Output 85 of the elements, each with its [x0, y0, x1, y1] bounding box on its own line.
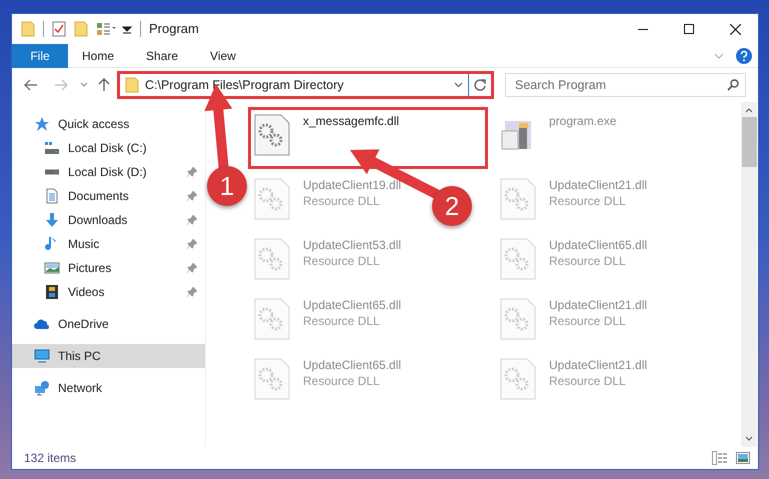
gear-file-icon [499, 177, 537, 221]
nav-item[interactable]: Downloads [12, 208, 205, 232]
file-name: program.exe [549, 113, 616, 129]
nav-item[interactable]: Pictures [12, 256, 205, 280]
window-title: Program [149, 20, 200, 38]
gear-file-icon [499, 297, 537, 341]
folder-icon [125, 77, 139, 93]
file-name: UpdateClient65.dll [303, 357, 402, 373]
gear-file-icon [253, 177, 291, 221]
file-item[interactable]: x_messagemfc.dll [250, 109, 486, 167]
view-options-icon[interactable] [96, 21, 118, 37]
refresh-icon[interactable] [473, 78, 487, 92]
search-icon[interactable] [727, 79, 739, 91]
folder-icon [21, 21, 35, 37]
file-name: UpdateClient21.dll [549, 357, 648, 373]
item-count: 132 items [24, 450, 78, 467]
scrollbar[interactable] [741, 102, 757, 447]
film-icon [44, 284, 60, 300]
file-name: UpdateClient53.dll [303, 237, 402, 253]
gear-file-icon [253, 113, 291, 157]
address-path: C:\Program Files\Program Directory [145, 76, 345, 94]
scroll-thumb[interactable] [742, 117, 756, 167]
file-name: UpdateClient65.dll [303, 297, 402, 313]
file-type: Resource DLL [549, 193, 627, 209]
nav-item[interactable]: This PC [12, 344, 205, 368]
star-icon [34, 116, 50, 132]
address-dropdown-icon[interactable] [454, 82, 463, 88]
file-type: Resource DLL [549, 373, 627, 389]
file-type: Resource DLL [303, 313, 381, 329]
document-icon [44, 188, 60, 204]
new-folder-icon [74, 21, 88, 37]
scroll-down-icon[interactable] [745, 436, 753, 442]
network-icon [34, 380, 50, 396]
file-name: UpdateClient19.dll [303, 177, 402, 193]
file-type: Resource DLL [549, 253, 627, 269]
close-icon [730, 24, 740, 34]
properties-icon[interactable] [52, 21, 66, 37]
ribbon-tab[interactable]: View [196, 44, 250, 68]
pin-icon [187, 191, 197, 201]
file-type: Resource DLL [303, 253, 381, 269]
gear-file-icon [253, 297, 291, 341]
nav-item[interactable]: Music [12, 232, 205, 256]
customize-toolbar-icon[interactable] [122, 24, 132, 34]
nav-item[interactable]: OneDrive [12, 312, 205, 336]
download-arrow-icon [44, 212, 60, 228]
search-field[interactable]: Search Program [505, 73, 746, 97]
file-type: Resource DLL [549, 313, 627, 329]
gear-file-icon [499, 237, 537, 281]
pin-icon [187, 167, 197, 177]
gear-file-icon [499, 357, 537, 401]
pin-icon [187, 263, 197, 273]
file-type: Resource DLL [303, 193, 381, 209]
file-name: x_messagemfc.dll [303, 113, 400, 129]
file-type: Resource DLL [303, 373, 381, 389]
back-arrow-icon[interactable] [24, 79, 38, 91]
file-name: UpdateClient65.dll [549, 237, 648, 253]
pin-icon [187, 239, 197, 249]
nav-item[interactable]: Documents [12, 184, 205, 208]
gear-file-icon [253, 357, 291, 401]
gear-file-icon [253, 237, 291, 281]
help-icon[interactable] [736, 48, 752, 64]
large-icons-view-icon[interactable] [736, 452, 750, 464]
ribbon-tab[interactable]: File [12, 44, 68, 68]
ribbon-tab[interactable]: Home [68, 44, 128, 68]
pin-icon [187, 215, 197, 225]
nav-item[interactable]: Quick access [12, 112, 205, 136]
nav-item[interactable]: Local Disk (D:) [12, 160, 205, 184]
drive-icon [44, 169, 60, 175]
recent-locations-icon[interactable] [80, 82, 88, 88]
nav-item[interactable]: Network [12, 376, 205, 400]
pin-icon [187, 287, 197, 297]
scroll-up-icon[interactable] [745, 107, 753, 113]
minimize-icon [638, 28, 648, 30]
file-name: UpdateClient21.dll [549, 177, 648, 193]
ribbon-tab[interactable]: Share [132, 44, 192, 68]
details-view-icon[interactable] [712, 451, 728, 465]
nav-item[interactable]: Videos [12, 280, 205, 304]
monitor-icon [34, 348, 50, 364]
drive-icon [44, 140, 60, 156]
up-arrow-icon[interactable] [98, 78, 110, 92]
nav-item[interactable]: Local Disk (C:) [12, 136, 205, 160]
file-name: UpdateClient21.dll [549, 297, 648, 313]
picture-icon [44, 260, 60, 276]
maximize-icon [684, 24, 694, 34]
address-bar[interactable]: C:\Program Files\Program Directory [117, 71, 494, 99]
